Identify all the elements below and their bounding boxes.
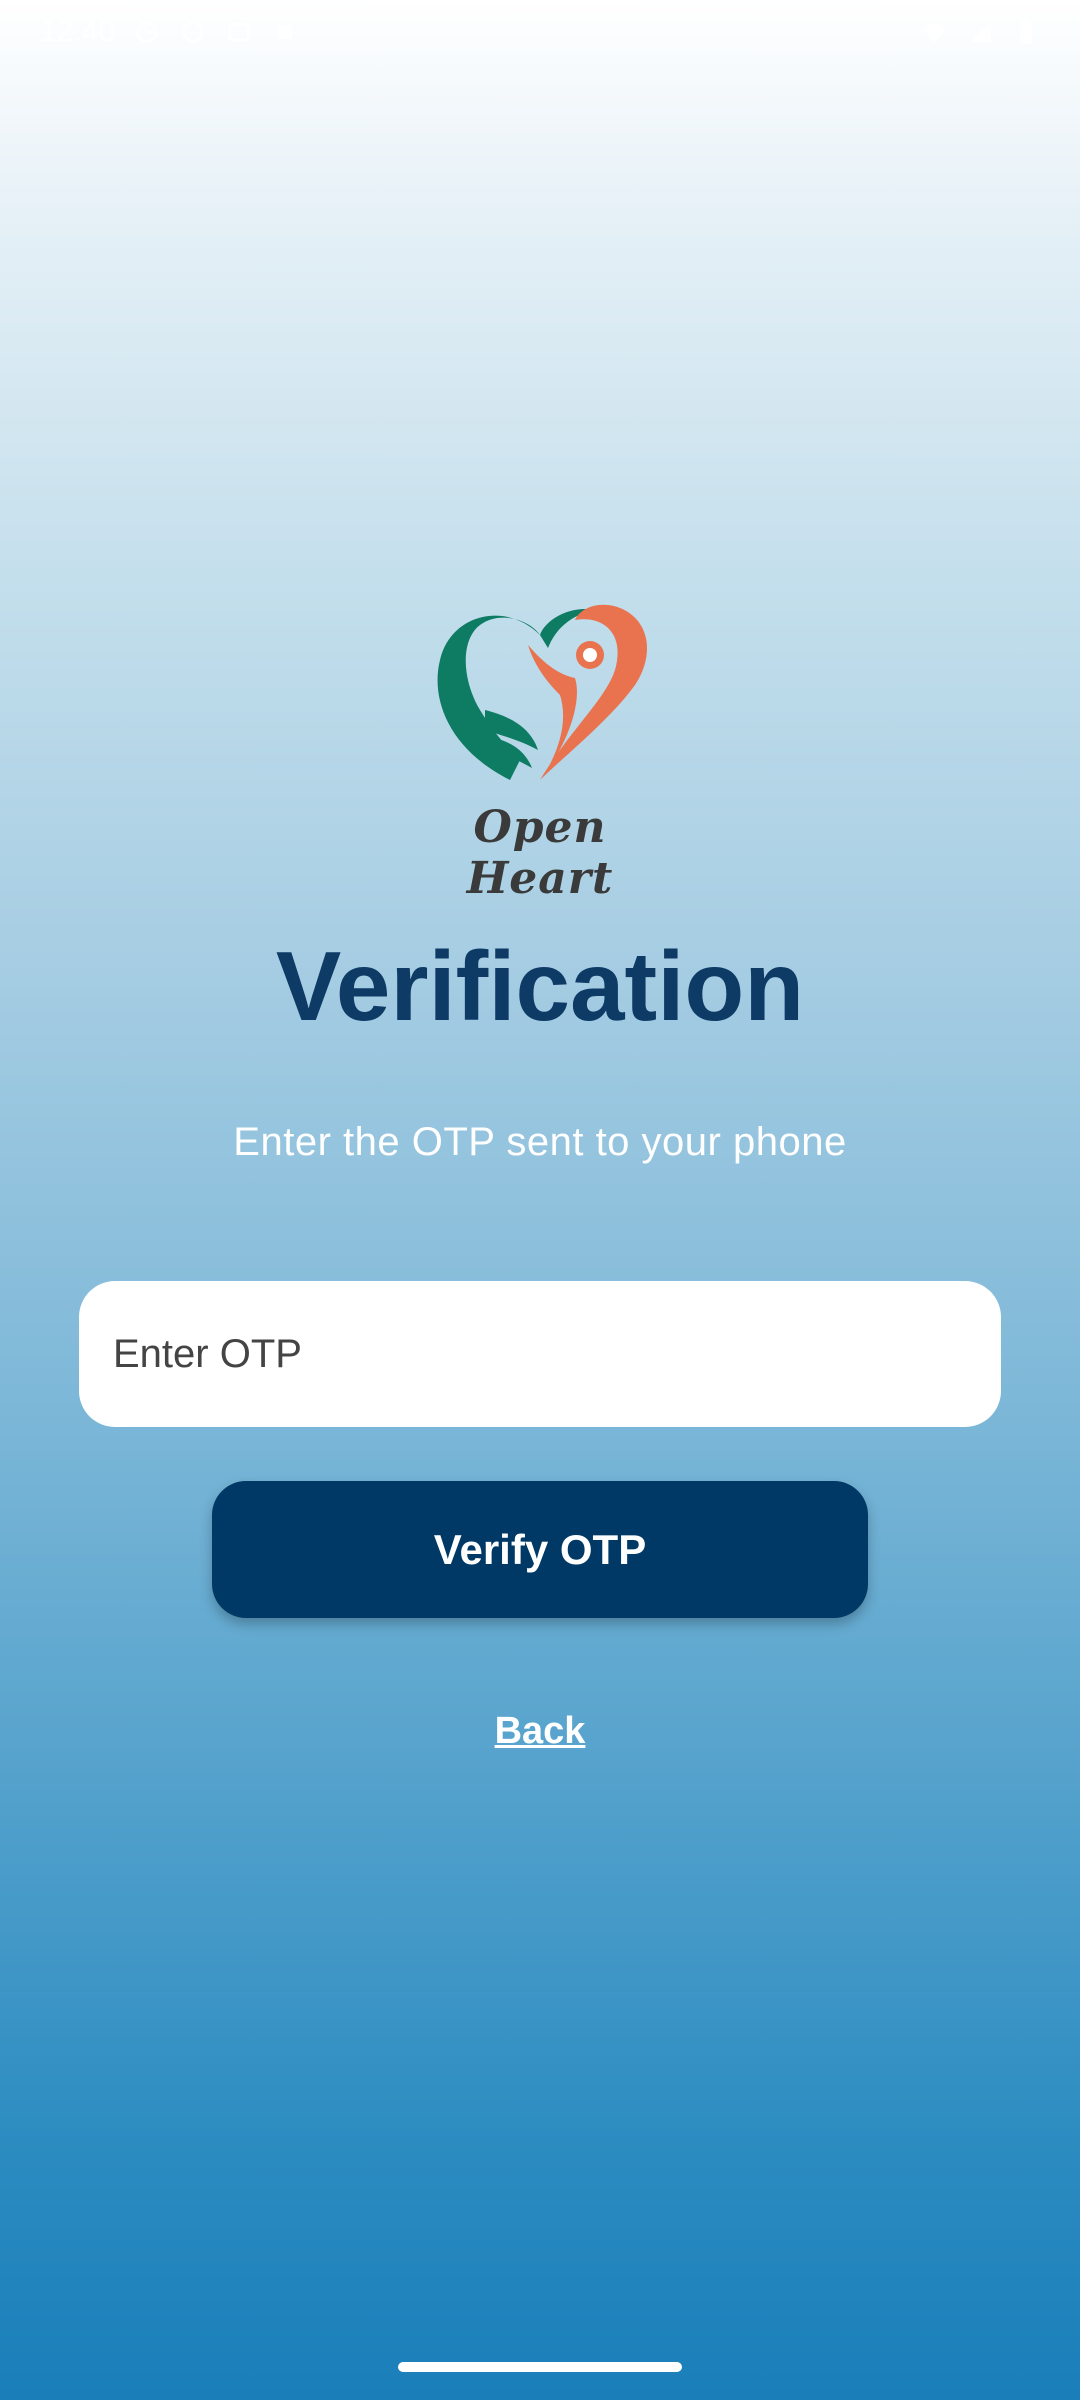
battery-icon (1020, 19, 1032, 44)
home-indicator (398, 2362, 682, 2372)
brand-name: Open Heart (466, 802, 614, 904)
square-icon (278, 25, 293, 39)
status-bar: 12:40 (0, 0, 1080, 64)
verify-otp-button[interactable]: Verify OTP (212, 1481, 868, 1618)
page-subtitle: Enter the OTP sent to your phone (233, 1120, 847, 1164)
heart-logo-icon (437, 604, 647, 780)
media-icon (228, 22, 250, 42)
wifi-icon (922, 23, 946, 43)
otp-input[interactable] (79, 1281, 1001, 1427)
verification-screen: 12:40 Open Heart Verification Enter the … (0, 0, 1080, 2400)
status-right (920, 18, 1040, 46)
status-time: 12:40 (40, 15, 116, 48)
signal-icon (969, 21, 991, 43)
back-link[interactable]: Back (0, 1710, 1080, 1753)
g-icon (136, 21, 158, 43)
status-left: 12:40 (40, 15, 299, 49)
sync-icon (182, 21, 204, 43)
page-title: Verification (275, 931, 805, 1041)
open-heart-logo: Open Heart (410, 590, 670, 904)
